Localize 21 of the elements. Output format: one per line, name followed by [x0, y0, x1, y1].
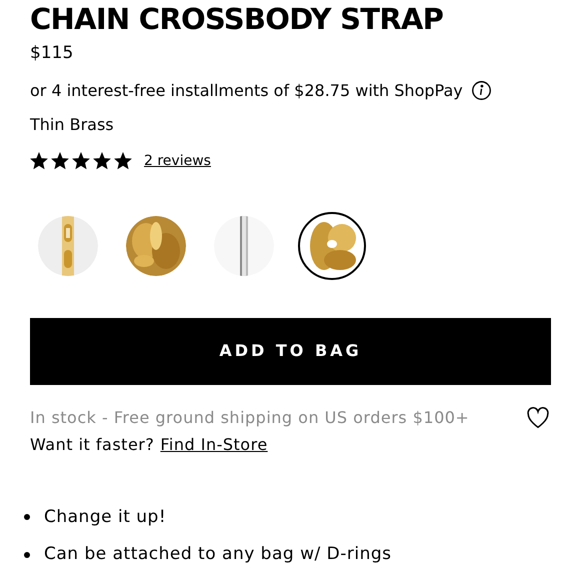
add-to-bag-button[interactable]: ADD TO BAG: [30, 318, 551, 384]
product-title: CHAIN CROSSBODY STRAP: [30, 2, 444, 36]
swatch-button[interactable]: [298, 212, 366, 280]
shipping-info: In stock - Free ground shipping on US orders $100+: [30, 406, 470, 428]
price: $115: [30, 42, 74, 65]
heart-icon[interactable]: [525, 404, 551, 430]
star-icon: [114, 152, 132, 170]
pickup-text: Want it faster?: [30, 434, 154, 456]
reviews-link[interactable]: 2 reviews: [144, 150, 211, 172]
star-icon: [72, 152, 90, 170]
info-icon[interactable]: [470, 80, 492, 101]
star-icon: [51, 152, 69, 170]
star-icon: [30, 152, 48, 170]
feature-text: Change it up!: [44, 506, 166, 528]
bullet-icon: [24, 552, 30, 558]
feature-text: Can be attached to any bag w/ D-rings: [44, 543, 392, 566]
star-icon: [93, 152, 111, 170]
installments-text: or 4 interest-free installments of $28.75 with ShopPay: [30, 80, 463, 102]
find-in-store-link[interactable]: Find In-Store: [160, 432, 268, 456]
bullet-icon: [24, 514, 30, 520]
variant-name: Thin Brass: [30, 114, 115, 136]
